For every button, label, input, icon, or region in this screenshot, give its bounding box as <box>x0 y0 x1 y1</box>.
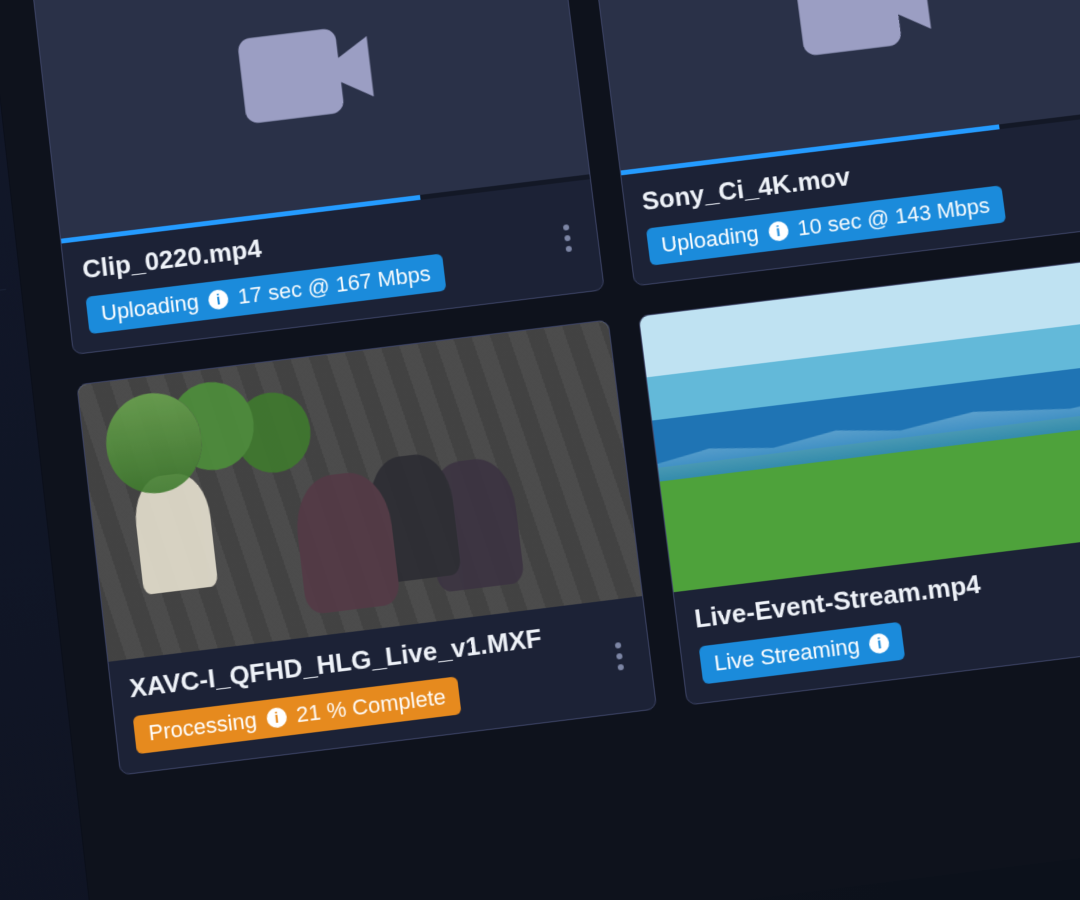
file-card[interactable]: XAVC-I_QFHD_HLG_Live_v1.MXF Processing i… <box>76 319 656 775</box>
file-grid: Clip_0220.mp4 Uploading i 17 sec @ 167 M… <box>30 0 1080 776</box>
info-icon[interactable]: i <box>266 707 288 729</box>
status-stat: 10 sec @ 143 Mbps <box>796 193 991 242</box>
status-stat: 17 sec @ 167 Mbps <box>237 261 432 310</box>
status-label: Uploading <box>100 289 200 326</box>
status-chip-live[interactable]: Live Streaming i <box>698 622 905 685</box>
sidebar-separator <box>0 289 6 298</box>
video-icon <box>783 0 949 92</box>
files-panel: FILES Clip_0220.mp4 U <box>0 0 1080 900</box>
file-thumbnail <box>639 252 1080 592</box>
more-menu-button[interactable] <box>597 634 642 679</box>
status-label: Uploading <box>660 221 760 258</box>
info-icon[interactable]: i <box>207 289 229 311</box>
info-icon[interactable]: i <box>767 220 789 242</box>
video-icon <box>228 0 392 160</box>
file-card[interactable]: Clip_0220.mp4 Uploading i 17 sec @ 167 M… <box>30 0 604 355</box>
status-label: Live Streaming <box>713 633 862 677</box>
more-menu-button[interactable] <box>545 216 589 260</box>
info-icon[interactable]: i <box>868 632 890 654</box>
file-card[interactable]: Sony_Ci_4K.mov Uploading i 10 sec @ 143 … <box>586 0 1080 287</box>
status-label: Processing <box>147 707 258 746</box>
file-card[interactable]: Live-Event-Stream.mp4 Live Streaming i <box>637 251 1080 706</box>
status-stat: 21 % Complete <box>295 684 447 728</box>
sidebar-item-package[interactable] <box>0 326 12 384</box>
